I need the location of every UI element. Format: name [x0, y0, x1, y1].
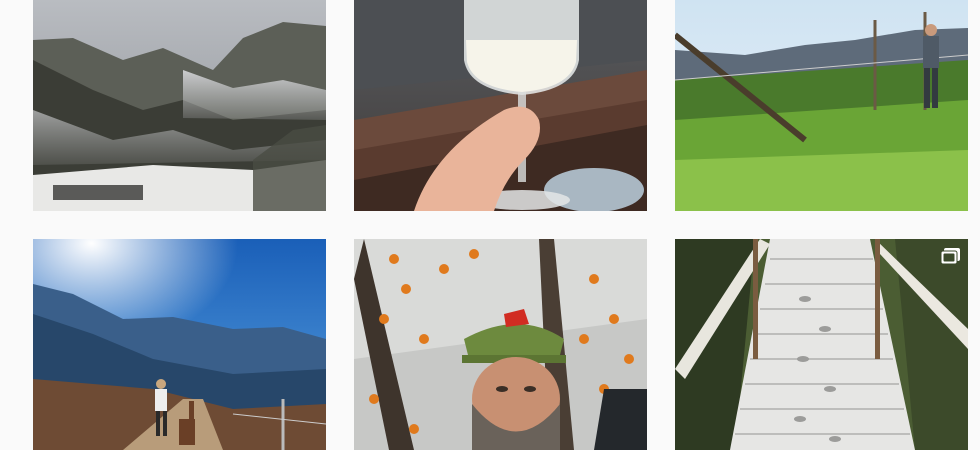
snowy-bridge-image — [675, 239, 968, 450]
photo-misty-valley[interactable] — [33, 0, 326, 211]
misty-valley-image — [33, 0, 326, 211]
alpaca-hike-image — [33, 239, 326, 450]
photo-wine-glass[interactable] — [354, 0, 647, 211]
wine-glass-image — [354, 0, 647, 211]
vineyard-man-image — [675, 0, 968, 211]
carousel-icon — [940, 247, 962, 265]
snowy-portrait-image — [354, 239, 647, 450]
photo-alpaca-hike[interactable] — [33, 239, 326, 450]
photo-snowy-bridge[interactable] — [675, 239, 968, 450]
photo-grid — [0, 0, 980, 450]
photo-snowy-portrait[interactable] — [354, 239, 647, 450]
photo-vineyard-man[interactable] — [675, 0, 968, 211]
